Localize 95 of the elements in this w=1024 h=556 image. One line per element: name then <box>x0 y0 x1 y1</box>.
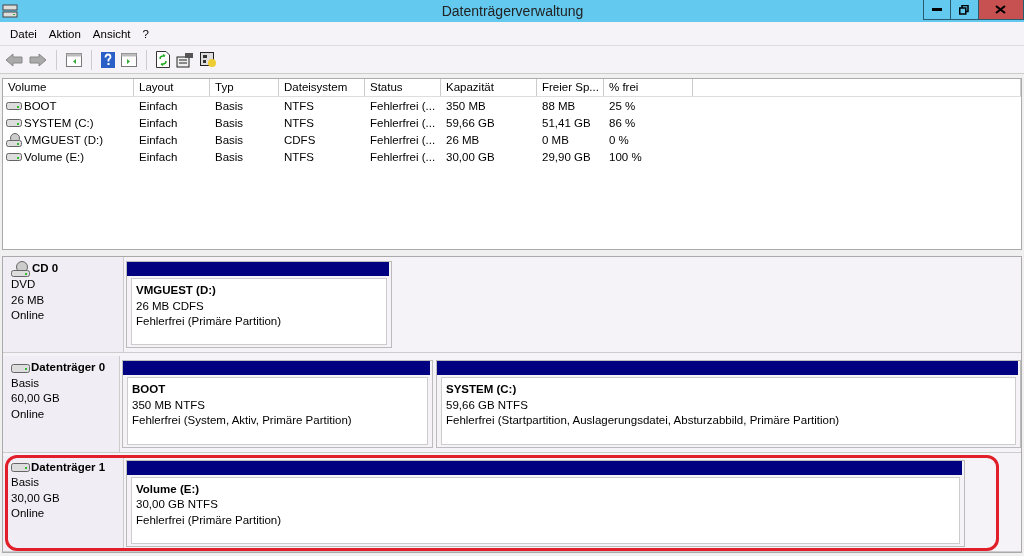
table-cell-text: 100 % <box>608 150 643 163</box>
properties-icon[interactable] <box>176 51 194 68</box>
table-cell-text: 29,90 GB <box>541 150 592 163</box>
disk-size: 26 MB <box>11 292 46 308</box>
disk-size: 30,00 GB <box>11 490 61 506</box>
disk-name: Datenträger 1 <box>31 459 106 475</box>
help-icon[interactable] <box>101 51 115 68</box>
table-cell-text: Fehlerfrei (... <box>369 133 437 146</box>
partition-block[interactable]: VMGUEST (D:) 26 MB CDFS Fehlerfrei (Primäre Partition) <box>126 261 392 349</box>
partition-status: Fehlerfrei (Primäre Partition) <box>136 314 283 329</box>
disk-management-icon <box>2 4 18 18</box>
table-cell-text: 350 MB <box>445 99 487 112</box>
menu-item[interactable]: Datei <box>4 27 43 40</box>
cd-drive-icon <box>6 132 22 147</box>
partition-block[interactable]: BOOT 350 MB NTFS Fehlerfrei (System, Aktiv, Primäre Partition) <box>122 360 433 448</box>
table-cell-text: 26 MB <box>445 133 481 146</box>
table-cell-text: Fehlerfrei (... <box>369 150 437 163</box>
drive-icon <box>11 363 30 373</box>
forward-arrow-icon[interactable] <box>29 52 47 67</box>
table-cell-text: Einfach <box>138 116 179 129</box>
partition-name: BOOT <box>132 382 167 398</box>
table-cell-text: Einfach <box>138 99 179 112</box>
disk-type: Basis <box>11 475 41 491</box>
cd-drive-icon <box>11 261 31 277</box>
table-cell: SYSTEM (C:) <box>24 116 94 129</box>
partition-size: 26 MB CDFS <box>136 298 205 314</box>
table-cell: Volume (E:) <box>24 150 85 163</box>
partition-status: Fehlerfrei (System, Aktiv, Primäre Partition) <box>132 413 353 429</box>
table-cell-text: Basis <box>214 133 245 146</box>
restore-button[interactable] <box>951 0 979 20</box>
column-header[interactable]: Volume <box>3 79 134 96</box>
disk-name: CD 0 <box>32 261 59 277</box>
partition-name: SYSTEM (C:) <box>446 382 518 398</box>
partition-name: VMGUEST (D:) <box>136 283 217 298</box>
table-cell-text: 59,66 GB <box>445 116 496 129</box>
close-icon <box>995 5 1007 14</box>
partition-size: 59,66 GB NTFS <box>446 397 529 413</box>
table-cell-text: 86 % <box>608 116 637 129</box>
pane-icon[interactable] <box>66 52 82 67</box>
table-cell-text: Basis <box>214 150 245 163</box>
pane-icon[interactable] <box>121 52 137 67</box>
column-header[interactable]: Dateisystem <box>279 79 365 96</box>
table-cell-text: NTFS <box>283 116 316 129</box>
disk-size: 60,00 GB <box>11 391 61 407</box>
table-cell-text: NTFS <box>283 99 316 112</box>
table-cell-text: Einfach <box>138 150 179 163</box>
table-cell: VMGUEST (D:) <box>24 133 103 146</box>
drive-icon <box>6 118 22 127</box>
table-cell-text: 88 MB <box>541 99 577 112</box>
disk-type: DVD <box>11 277 37 292</box>
partition-size: 30,00 GB NTFS <box>136 497 219 513</box>
table-cell-text: 51,41 GB <box>541 116 592 129</box>
refresh-icon[interactable] <box>156 51 170 68</box>
column-header[interactable]: % frei <box>604 79 693 96</box>
minimize-button[interactable] <box>923 0 951 20</box>
partition-block[interactable]: SYSTEM (C:) 59,66 GB NTFS Fehlerfrei (Startpartition, Auslagerungsdatei, Absturzabbild, Primäre Partition) <box>436 360 1021 448</box>
table-cell-text: Fehlerfrei (... <box>369 116 437 129</box>
table-cell: BOOT <box>24 99 57 112</box>
column-header[interactable]: Typ <box>210 79 279 96</box>
column-header[interactable]: Status <box>365 79 441 96</box>
disk-state: Online <box>11 406 46 422</box>
partition-name: Volume (E:) <box>136 481 201 497</box>
drive-icon <box>6 101 22 110</box>
table-cell-text: NTFS <box>283 150 316 163</box>
table-cell-text: Fehlerfrei (... <box>369 99 437 112</box>
restore-icon <box>959 4 970 15</box>
table-cell-text: Einfach <box>138 133 179 146</box>
column-header[interactable]: Layout <box>134 79 210 96</box>
partition-status: Fehlerfrei (Startpartition, Auslagerungsdatei, Absturzabbild, Primäre Partition) <box>446 413 841 429</box>
partition-size: 350 MB NTFS <box>132 397 206 413</box>
table-cell-text: 30,00 GB <box>445 150 496 163</box>
minimize-icon <box>932 8 942 11</box>
partition-status: Fehlerfrei (Primäre Partition) <box>136 512 283 528</box>
column-header[interactable]: Freier Sp... <box>537 79 604 96</box>
disk-name: Datenträger 0 <box>31 360 106 376</box>
menu-item[interactable]: ? <box>136 27 155 40</box>
table-cell-text: 0 MB <box>541 133 570 146</box>
table-cell-text: 0 % <box>608 133 630 146</box>
window-title: Datenträgerverwaltung <box>440 3 584 19</box>
table-cell-text: Basis <box>214 99 245 112</box>
settings-icon[interactable] <box>200 51 217 68</box>
back-arrow-icon[interactable] <box>5 52 23 67</box>
column-header[interactable]: Kapazität <box>441 79 537 96</box>
disk-state: Online <box>11 506 46 522</box>
disk-state: Online <box>11 308 46 323</box>
close-button[interactable] <box>979 0 1024 20</box>
partition-block[interactable]: Volume (E:) 30,00 GB NTFS Fehlerfrei (Primäre Partition) <box>126 459 965 547</box>
table-cell-text: CDFS <box>283 133 317 146</box>
menu-item[interactable]: Ansicht <box>86 27 137 40</box>
drive-icon <box>6 152 22 161</box>
menu-item[interactable]: Aktion <box>42 27 87 40</box>
disk-type: Basis <box>11 375 41 391</box>
drive-icon <box>11 462 30 472</box>
table-cell-text: Basis <box>214 116 245 129</box>
table-cell-text: 25 % <box>608 99 637 112</box>
